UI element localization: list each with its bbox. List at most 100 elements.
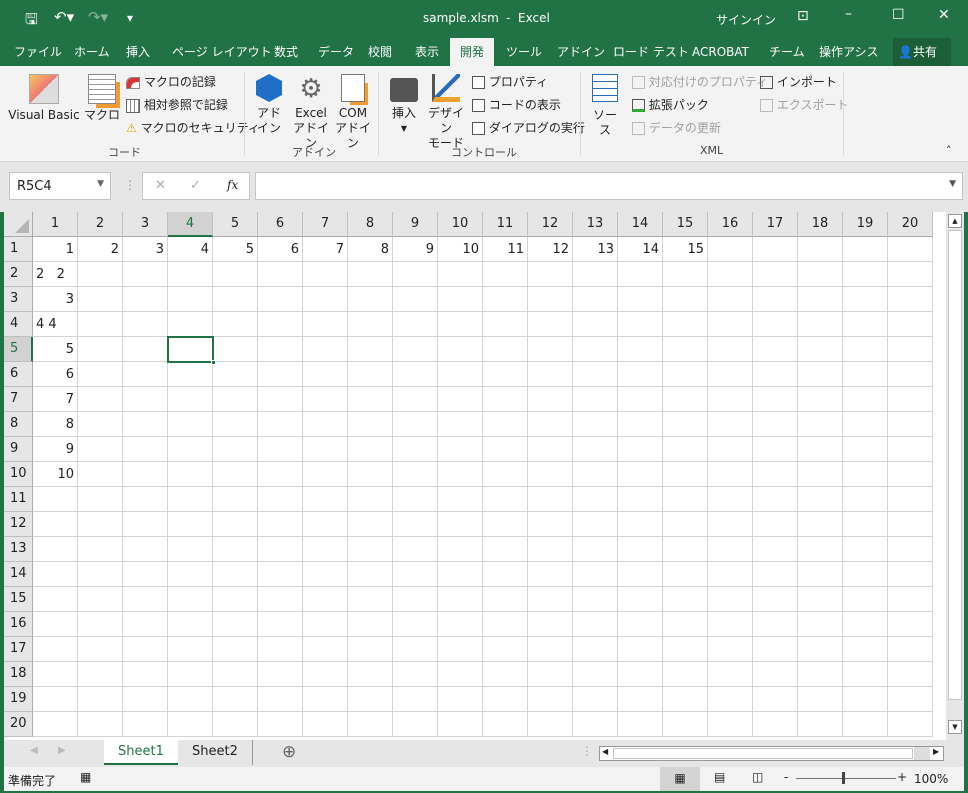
cell[interactable] bbox=[168, 562, 213, 587]
cell[interactable] bbox=[663, 387, 708, 412]
cell[interactable] bbox=[303, 412, 348, 437]
cell[interactable] bbox=[663, 462, 708, 487]
cell[interactable] bbox=[798, 337, 843, 362]
cell[interactable] bbox=[123, 387, 168, 412]
cell[interactable] bbox=[888, 637, 933, 662]
cell[interactable] bbox=[258, 562, 303, 587]
column-header[interactable]: 1 bbox=[33, 212, 78, 237]
cell[interactable] bbox=[843, 462, 888, 487]
cell[interactable] bbox=[798, 387, 843, 412]
map-properties-button[interactable]: 対応付けのプロパティ bbox=[632, 74, 768, 90]
cell[interactable] bbox=[888, 587, 933, 612]
cell[interactable] bbox=[888, 712, 933, 737]
row-header[interactable]: 9 bbox=[4, 437, 33, 462]
cell[interactable] bbox=[528, 637, 573, 662]
scroll-left-icon[interactable]: ◀ bbox=[602, 747, 608, 756]
cell[interactable] bbox=[528, 562, 573, 587]
cell[interactable] bbox=[438, 487, 483, 512]
record-macro-button[interactable]: マクロの記録 bbox=[126, 74, 216, 90]
cell[interactable] bbox=[843, 287, 888, 312]
cell[interactable] bbox=[753, 337, 798, 362]
row-header[interactable]: 18 bbox=[4, 662, 33, 687]
cell[interactable] bbox=[438, 387, 483, 412]
cell[interactable] bbox=[78, 262, 123, 287]
cell[interactable] bbox=[483, 712, 528, 737]
cell[interactable] bbox=[573, 412, 618, 437]
cell[interactable] bbox=[888, 537, 933, 562]
row-header[interactable]: 16 bbox=[4, 612, 33, 637]
cell[interactable] bbox=[348, 412, 393, 437]
cell[interactable] bbox=[483, 687, 528, 712]
cell[interactable] bbox=[393, 462, 438, 487]
cell[interactable] bbox=[483, 587, 528, 612]
fill-handle[interactable] bbox=[211, 360, 216, 365]
cell[interactable] bbox=[843, 437, 888, 462]
ribbon-display-icon[interactable]: ⊡ bbox=[797, 8, 809, 24]
cell[interactable] bbox=[213, 312, 258, 337]
cell[interactable] bbox=[123, 312, 168, 337]
tab-3[interactable]: ページ レイアウト bbox=[166, 38, 278, 66]
cell[interactable] bbox=[303, 662, 348, 687]
cell[interactable] bbox=[708, 512, 753, 537]
cell[interactable] bbox=[33, 712, 78, 737]
cell[interactable] bbox=[843, 562, 888, 587]
cell[interactable] bbox=[798, 487, 843, 512]
cell[interactable] bbox=[348, 562, 393, 587]
cell[interactable] bbox=[213, 587, 258, 612]
excel-addin-button[interactable]: ⚙ Excel アドイン bbox=[292, 74, 330, 151]
cell[interactable] bbox=[663, 637, 708, 662]
cell[interactable] bbox=[618, 687, 663, 712]
cell[interactable] bbox=[438, 262, 483, 287]
cell[interactable] bbox=[123, 462, 168, 487]
cell[interactable] bbox=[393, 262, 438, 287]
cell[interactable]: 11 bbox=[483, 237, 528, 262]
cell[interactable] bbox=[438, 637, 483, 662]
cell[interactable] bbox=[348, 462, 393, 487]
design-mode-button[interactable]: デザイン モード bbox=[424, 74, 468, 151]
cell[interactable] bbox=[393, 412, 438, 437]
cell[interactable]: 3 bbox=[123, 237, 168, 262]
cell[interactable] bbox=[78, 662, 123, 687]
cell[interactable] bbox=[78, 487, 123, 512]
undo-icon[interactable]: ↶▾ bbox=[54, 8, 74, 26]
cell[interactable] bbox=[393, 662, 438, 687]
cell[interactable] bbox=[753, 587, 798, 612]
selected-cell[interactable] bbox=[167, 336, 216, 365]
cell[interactable]: 7 bbox=[33, 387, 78, 412]
cell[interactable] bbox=[708, 462, 753, 487]
column-header[interactable]: 2 bbox=[78, 212, 123, 237]
close-icon[interactable]: ✕ bbox=[938, 7, 950, 23]
row-header[interactable]: 13 bbox=[4, 537, 33, 562]
cell[interactable] bbox=[843, 237, 888, 262]
cell[interactable] bbox=[303, 612, 348, 637]
row-header[interactable]: 6 bbox=[4, 362, 33, 387]
cell[interactable] bbox=[483, 412, 528, 437]
cell[interactable] bbox=[708, 612, 753, 637]
cell[interactable] bbox=[78, 312, 123, 337]
page-break-view-icon[interactable]: ◫ bbox=[752, 770, 763, 784]
cell[interactable] bbox=[618, 712, 663, 737]
column-header[interactable]: 20 bbox=[888, 212, 933, 237]
tab-11[interactable]: ロード テスト bbox=[607, 38, 695, 66]
cell[interactable] bbox=[663, 537, 708, 562]
cell[interactable] bbox=[348, 687, 393, 712]
cell[interactable] bbox=[528, 337, 573, 362]
cell[interactable] bbox=[168, 462, 213, 487]
cell[interactable] bbox=[753, 537, 798, 562]
cell[interactable] bbox=[258, 462, 303, 487]
cell[interactable] bbox=[753, 412, 798, 437]
cell[interactable] bbox=[123, 362, 168, 387]
cell[interactable] bbox=[393, 437, 438, 462]
zoom-out-button[interactable]: - bbox=[784, 770, 788, 784]
cell[interactable] bbox=[258, 637, 303, 662]
zoom-in-button[interactable]: + bbox=[897, 770, 907, 784]
cell[interactable] bbox=[438, 562, 483, 587]
cell[interactable] bbox=[708, 562, 753, 587]
cell[interactable] bbox=[258, 687, 303, 712]
cell[interactable] bbox=[123, 537, 168, 562]
cell[interactable] bbox=[753, 462, 798, 487]
macro-security-button[interactable]: ⚠ マクロのセキュリティ bbox=[126, 120, 260, 136]
cell[interactable] bbox=[33, 562, 78, 587]
cell[interactable] bbox=[753, 637, 798, 662]
cell[interactable] bbox=[213, 262, 258, 287]
